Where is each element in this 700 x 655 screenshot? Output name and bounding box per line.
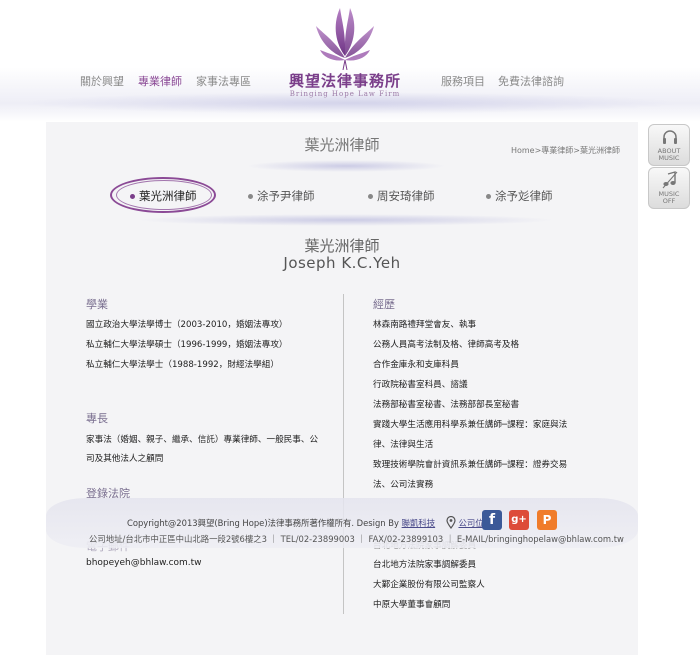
experience-line: 合作金庫永和支庫科員 [373,360,459,370]
google-plus-icon[interactable]: g+ [509,510,529,530]
lawyer-name-cn: 葉光洲律師 [304,237,380,255]
bullet-icon [130,194,135,199]
experience-line: 行政院秘書室科員、諮議 [373,380,468,390]
specialty-line: 司及其他法人之顧問 [86,454,164,464]
tabs-shadow [136,214,556,226]
experience-line: 致理技術學院會計資訊系兼任講師─課程：證券交易 [373,460,568,470]
lawyer-tab-chou[interactable]: 周安琦律師 [368,188,435,204]
lawyer-tab-label: 周安琦律師 [377,189,435,203]
education-item: 國立政治大學法學博士（2003-2010，婚姻法專攻） [86,320,288,330]
lawyer-tab-label: 葉光洲律師 [139,189,197,203]
experience-title: 經歷 [373,298,395,311]
column-divider [343,294,344,614]
map-pin-icon [446,515,456,530]
blog-glyph: P [542,513,552,527]
breadcrumb-sep: > [573,146,580,155]
copyright-text: Copyright@2013興望(Bring Hope)法律事務所著作權所有. … [127,515,492,530]
education-title: 學業 [86,298,108,311]
experience-line: 大鄴企業股份有限公司監察人 [373,580,485,590]
experience-line: 法務部秘書室秘書、法務部部長室秘書 [373,400,520,410]
facebook-glyph: f [488,512,496,528]
experience-line: 實踐大學生活應用科學系兼任講師─課程：家庭與法 [373,420,568,430]
headphones-icon [663,130,677,144]
footer-address: 公司地址/台北市中正區中山北路一段2號6樓之3 ｜ TEL/02-2389900… [89,534,624,544]
breadcrumb-current: 葉光洲律師 [580,146,620,155]
lawyer-tab-yeh[interactable]: 葉光洲律師 [130,188,197,204]
education-item: 私立輔仁大學法學碩士（1996-1999，婚姻法專攻） [86,340,288,350]
site-header: 關於興望 專業律師 家事法專區 服務項目 免費法律諮詢 興望法律事務所 Brin… [0,0,700,122]
lotus-logo-icon [316,8,374,70]
google-plus-glyph: g+ [511,514,527,525]
facebook-icon[interactable]: f [482,510,502,530]
specialty-line: 家事法（婚姻、親子、繼承、信託）專業律師、一般民事、公 [86,435,319,445]
experience-line: 林森南路禮拜堂會友、執事 [373,320,477,330]
music-on-line2: MUSIC [658,154,680,162]
bullet-icon [486,194,491,199]
lawyer-tab-label: 涂予尹律師 [257,189,315,203]
experience-line: 法、公司法實務 [373,480,434,490]
education-item: 私立輔仁大學法學士（1988-1992，財經法學組） [86,360,279,370]
nav-free-consult[interactable]: 免費法律諮詢 [498,73,564,89]
lawyer-name-en: Joseph K.C.Yeh [283,254,401,272]
music-off-button[interactable]: MUSIC OFF [648,167,690,209]
breadcrumb: Home>專業律師>葉光洲律師 [511,145,620,156]
logo-name: 興望法律事務所 [288,72,401,90]
nav-services[interactable]: 服務項目 [441,73,485,89]
content-panel: 葉光洲律師 Home>專業律師>葉光洲律師 葉光洲律師 涂予尹律師 周安琦律師 … [46,122,638,655]
experience-line: 台北地方法院家事調解委員 [373,560,477,570]
lawyer-tab-tu2[interactable]: 涂予彣律師 [486,188,553,204]
breadcrumb-home[interactable]: Home [511,146,535,155]
copyright-label: Copyright@2013興望(Bring Hope)法律事務所著作權所有. … [127,518,399,528]
breadcrumb-lawyers[interactable]: 專業律師 [541,146,573,155]
experience-line: 中原大學董事會顧問 [373,600,451,610]
blog-icon[interactable]: P [537,510,557,530]
designer-link[interactable]: 聯凱科技 [402,518,436,528]
music-note-off-icon [662,171,678,189]
title-shadow [246,160,446,172]
specialty-title: 專長 [86,412,108,425]
experience-line: 律、法律與生活 [373,440,434,450]
bullet-icon [368,194,373,199]
nav-lawyers[interactable]: 專業律師 [138,73,182,89]
nav-about[interactable]: 關於興望 [80,73,124,89]
bullet-icon [248,194,253,199]
music-on-button[interactable]: ABOUT MUSIC [648,124,690,166]
experience-line: 公務人員高考法制及格、律師高考及格 [373,340,520,350]
music-off-line2: OFF [662,197,676,205]
lawyer-tab-tu[interactable]: 涂予尹律師 [248,188,315,204]
lawyer-tab-label: 涂予彣律師 [495,189,553,203]
logo-subtitle: Bringing Hope Law Firm [289,90,401,98]
lawyer-email[interactable]: bhopeyeh@bhlaw.com.tw [86,558,202,568]
nav-family-law[interactable]: 家事法專區 [196,73,251,89]
site-logo[interactable]: 興望法律事務所 Bringing Hope Law Firm [280,4,410,98]
